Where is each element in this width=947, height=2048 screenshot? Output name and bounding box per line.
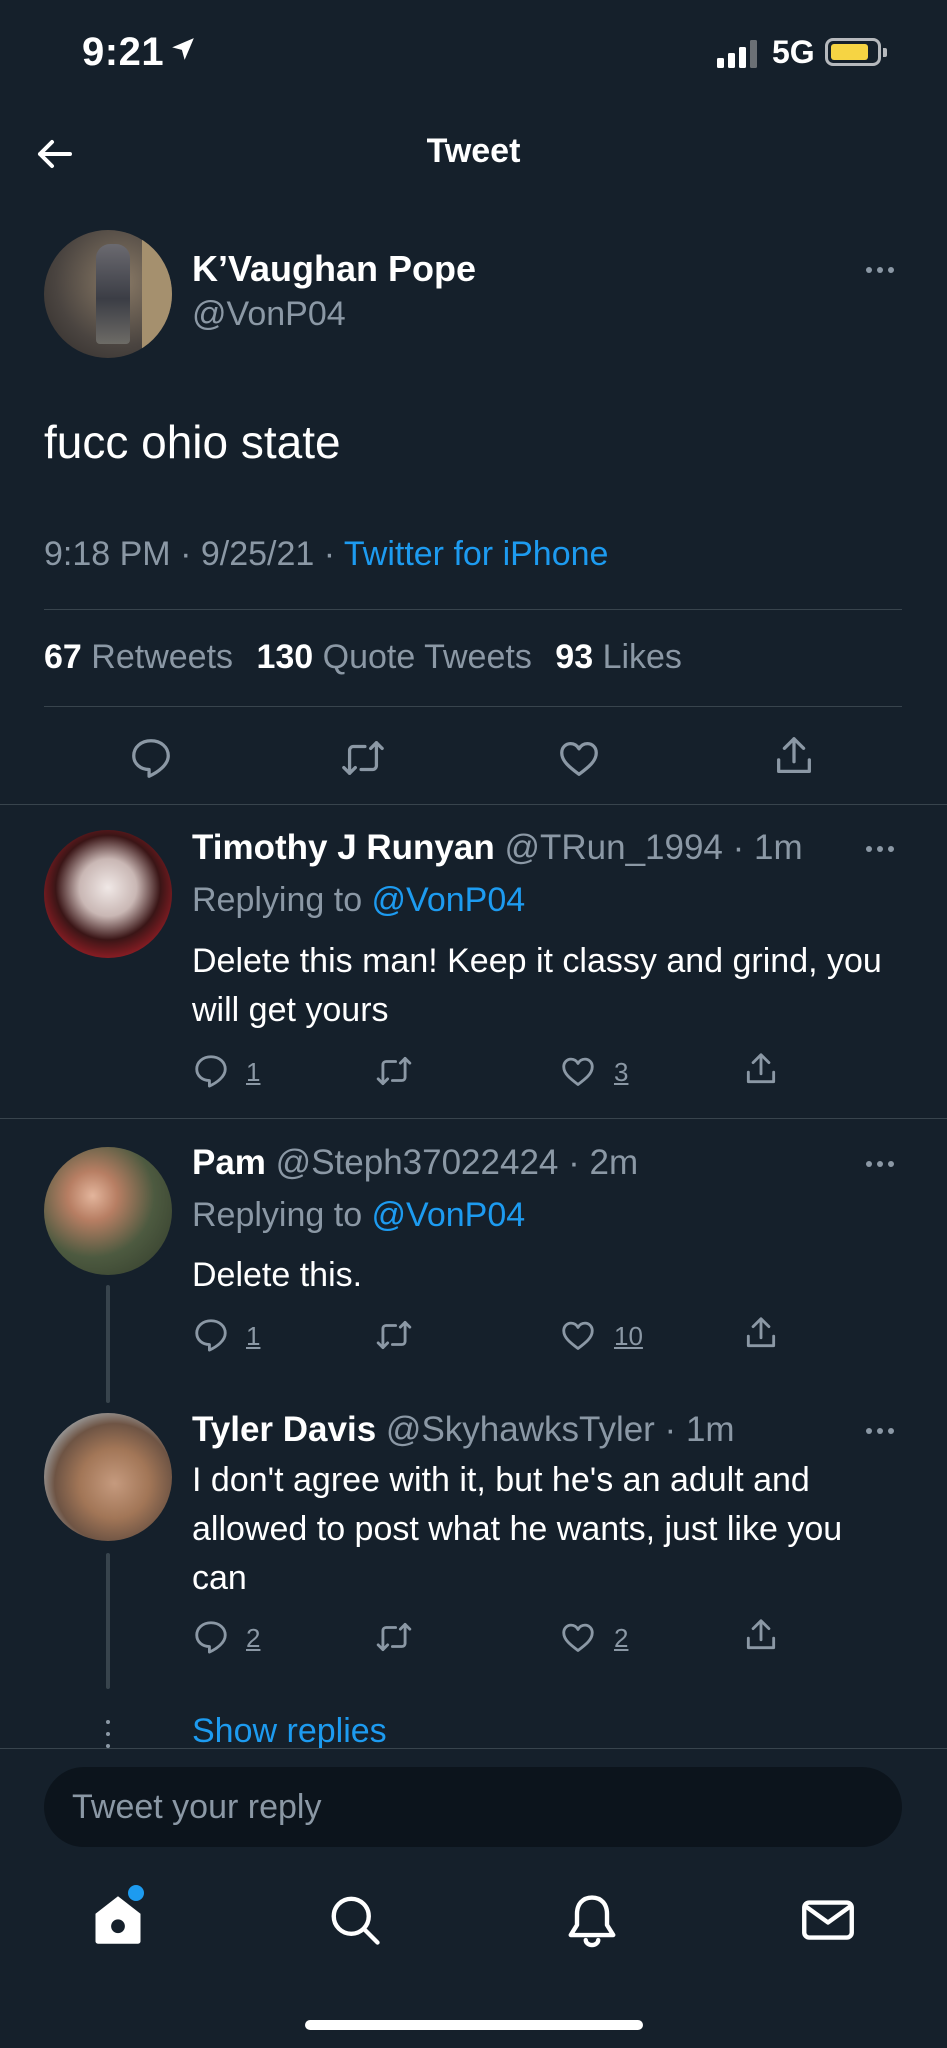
tweet-text: fucc ohio state	[44, 416, 341, 468]
reply-count: 2	[246, 1623, 261, 1653]
like-icon[interactable]	[559, 1052, 597, 1090]
like-icon[interactable]	[556, 735, 602, 781]
thread-line	[106, 1285, 110, 1403]
more-icon[interactable]	[866, 1425, 906, 1437]
network-type: 5G	[772, 34, 815, 70]
more-icon[interactable]	[866, 264, 906, 276]
author-name[interactable]: K’Vaughan Pope	[192, 248, 476, 290]
replying-to: Replying to @VonP04	[192, 881, 526, 919]
reply-author[interactable]: Tyler Davis @SkyhawksTyler · 1m	[192, 1410, 735, 1450]
like-icon[interactable]	[559, 1316, 597, 1354]
tweet-detail-screen: 9:21 5G Tweet K’Vaughan Pope @VonP04 fuc…	[0, 0, 947, 2048]
cellular-signal-icon	[717, 40, 757, 68]
mail-icon[interactable]	[798, 1890, 858, 1950]
more-icon[interactable]	[866, 843, 906, 855]
reply-count: 1	[246, 1321, 261, 1351]
divider	[0, 1118, 947, 1119]
reply-avatar[interactable]	[44, 1147, 172, 1275]
mention-link[interactable]: @VonP04	[372, 1196, 526, 1234]
status-time: 9:21	[82, 30, 165, 74]
tweet-stats: 67 Retweets 130 Quote Tweets 93 Likes	[44, 638, 682, 677]
reply-icon[interactable]	[128, 735, 174, 781]
home-indicator[interactable]	[305, 2020, 643, 2030]
more-icon[interactable]	[866, 1158, 906, 1170]
reply-compose-box[interactable]	[44, 1767, 902, 1847]
divider	[0, 804, 947, 805]
thread-line	[106, 1553, 110, 1689]
show-replies-link[interactable]: Show replies	[192, 1712, 387, 1751]
replying-to: Replying to @VonP04	[192, 1196, 526, 1234]
likes-stat[interactable]: 93 Likes	[555, 638, 682, 676]
tweet-meta: 9:18 PM · 9/25/21 · Twitter for iPhone	[44, 535, 608, 574]
author-handle[interactable]: @VonP04	[192, 295, 346, 334]
share-icon[interactable]	[742, 1314, 780, 1352]
mention-link[interactable]: @VonP04	[372, 881, 526, 919]
divider	[44, 609, 902, 610]
author-avatar[interactable]	[44, 230, 172, 358]
reply-count: 1	[246, 1057, 261, 1087]
location-arrow-icon	[172, 38, 194, 60]
retweet-icon[interactable]	[375, 1316, 413, 1354]
bell-icon[interactable]	[562, 1890, 622, 1950]
reply-text: I don't agree with it, but he's an adult…	[192, 1461, 843, 1597]
reply-avatar[interactable]	[44, 830, 172, 958]
share-icon[interactable]	[742, 1616, 780, 1654]
tweet-source-link[interactable]: Twitter for iPhone	[344, 535, 609, 573]
reply-text: Delete this.	[192, 1256, 363, 1294]
status-bar: 9:21 5G	[0, 0, 947, 110]
search-icon[interactable]	[325, 1890, 385, 1950]
retweet-icon[interactable]	[375, 1618, 413, 1656]
reply-icon[interactable]	[192, 1316, 230, 1354]
share-icon[interactable]	[771, 733, 817, 779]
retweet-icon[interactable]	[340, 735, 386, 781]
divider	[44, 706, 902, 707]
retweets-stat[interactable]: 67 Retweets	[44, 638, 233, 676]
reply-avatar[interactable]	[44, 1413, 172, 1541]
like-count: 3	[614, 1057, 629, 1087]
retweet-icon[interactable]	[375, 1052, 413, 1090]
reply-text: Delete this man! Keep it classy and grin…	[192, 942, 882, 1029]
battery-icon	[825, 38, 887, 66]
reply-icon[interactable]	[192, 1052, 230, 1090]
top-header: Tweet	[0, 110, 947, 195]
tweet-timestamp: 9:18 PM · 9/25/21 ·	[44, 535, 344, 573]
reply-input[interactable]	[72, 1767, 872, 1847]
more-replies-dots	[106, 1720, 112, 1748]
reply-author[interactable]: Pam @Steph37022424 · 2m	[192, 1143, 638, 1183]
like-icon[interactable]	[559, 1618, 597, 1656]
reply-icon[interactable]	[192, 1618, 230, 1656]
like-count: 10	[614, 1321, 643, 1351]
like-count: 2	[614, 1623, 629, 1653]
share-icon[interactable]	[742, 1050, 780, 1088]
reply-author[interactable]: Timothy J Runyan @TRun_1994 · 1m	[192, 828, 803, 868]
quote-tweets-stat[interactable]: 130 Quote Tweets	[256, 638, 531, 676]
page-title: Tweet	[426, 132, 521, 170]
home-notification-dot	[128, 1885, 144, 1901]
